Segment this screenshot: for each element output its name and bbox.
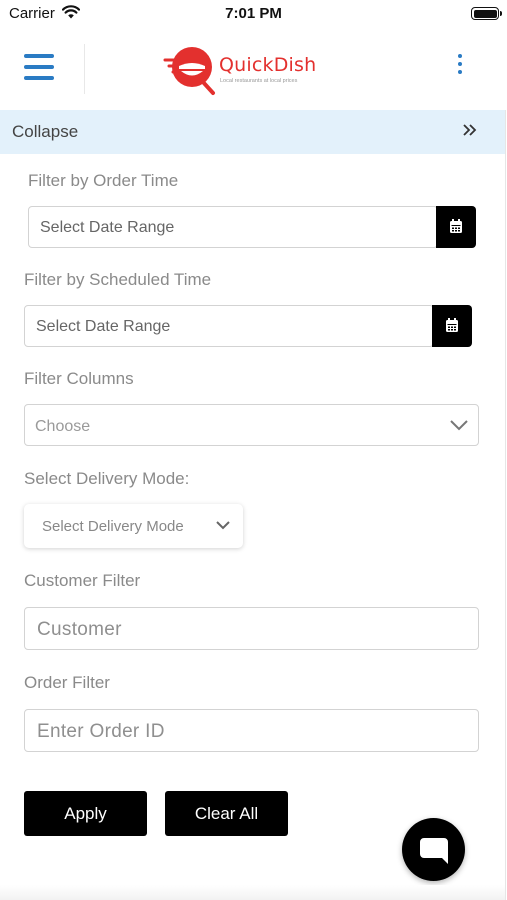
bottom-fade: [0, 885, 505, 900]
chat-button[interactable]: [402, 818, 465, 881]
quickdish-logo[interactable]: QuickDish Local restaurants at local pri…: [163, 40, 323, 96]
collapse-label: Collapse: [12, 122, 79, 141]
status-bar: Carrier 7:01 PM: [0, 0, 507, 30]
apply-button[interactable]: Apply: [24, 791, 147, 836]
order-id-input[interactable]: Enter Order ID: [24, 709, 479, 752]
customer-placeholder: Customer: [37, 619, 122, 640]
order-time-placeholder: Select Date Range: [40, 219, 175, 236]
status-time: 7:01 PM: [225, 5, 282, 22]
chevron-down-icon: [216, 521, 230, 530]
order-filter-label: Order Filter: [24, 673, 110, 692]
header-divider: [84, 44, 85, 94]
calendar-icon: [446, 318, 458, 332]
order-time-label: Filter by Order Time: [28, 171, 179, 190]
delivery-mode-placeholder: Select Delivery Mode: [42, 518, 184, 535]
collapse-bar[interactable]: Collapse: [0, 110, 505, 154]
chevron-down-icon: [450, 420, 468, 431]
order-time-date-range-input[interactable]: Select Date Range: [28, 206, 438, 248]
scheduled-time-label: Filter by Scheduled Time: [24, 270, 212, 289]
order-time-calendar-button[interactable]: [436, 206, 476, 248]
clear-all-button[interactable]: Clear All: [165, 791, 288, 836]
panel-edge: [505, 110, 506, 900]
app-header: QuickDish Local restaurants at local pri…: [0, 30, 507, 110]
logo-emblem-icon: [163, 47, 215, 95]
double-chevron-right-icon[interactable]: [462, 122, 478, 138]
delivery-mode-select[interactable]: Select Delivery Mode: [24, 504, 243, 548]
battery-icon: [471, 7, 502, 20]
customer-input[interactable]: Customer: [24, 607, 479, 650]
scheduled-time-date-range-input[interactable]: Select Date Range: [24, 305, 434, 347]
logo-tagline: Local restaurants at local prices: [220, 78, 298, 84]
filter-columns-placeholder: Choose: [35, 418, 91, 435]
scheduled-time-calendar-button[interactable]: [432, 305, 472, 347]
customer-filter-label: Customer Filter: [24, 571, 141, 590]
filter-columns-select[interactable]: Choose: [24, 404, 479, 446]
calendar-icon: [450, 219, 462, 233]
scheduled-time-placeholder: Select Date Range: [36, 318, 171, 335]
logo-name: QuickDish: [219, 54, 317, 76]
hamburger-menu-icon[interactable]: [24, 54, 56, 82]
chat-bubble-icon: [420, 838, 448, 864]
delivery-mode-label: Select Delivery Mode:: [24, 469, 190, 488]
order-id-placeholder: Enter Order ID: [37, 721, 165, 742]
filter-columns-label: Filter Columns: [24, 369, 134, 388]
more-options-icon[interactable]: [454, 54, 466, 78]
